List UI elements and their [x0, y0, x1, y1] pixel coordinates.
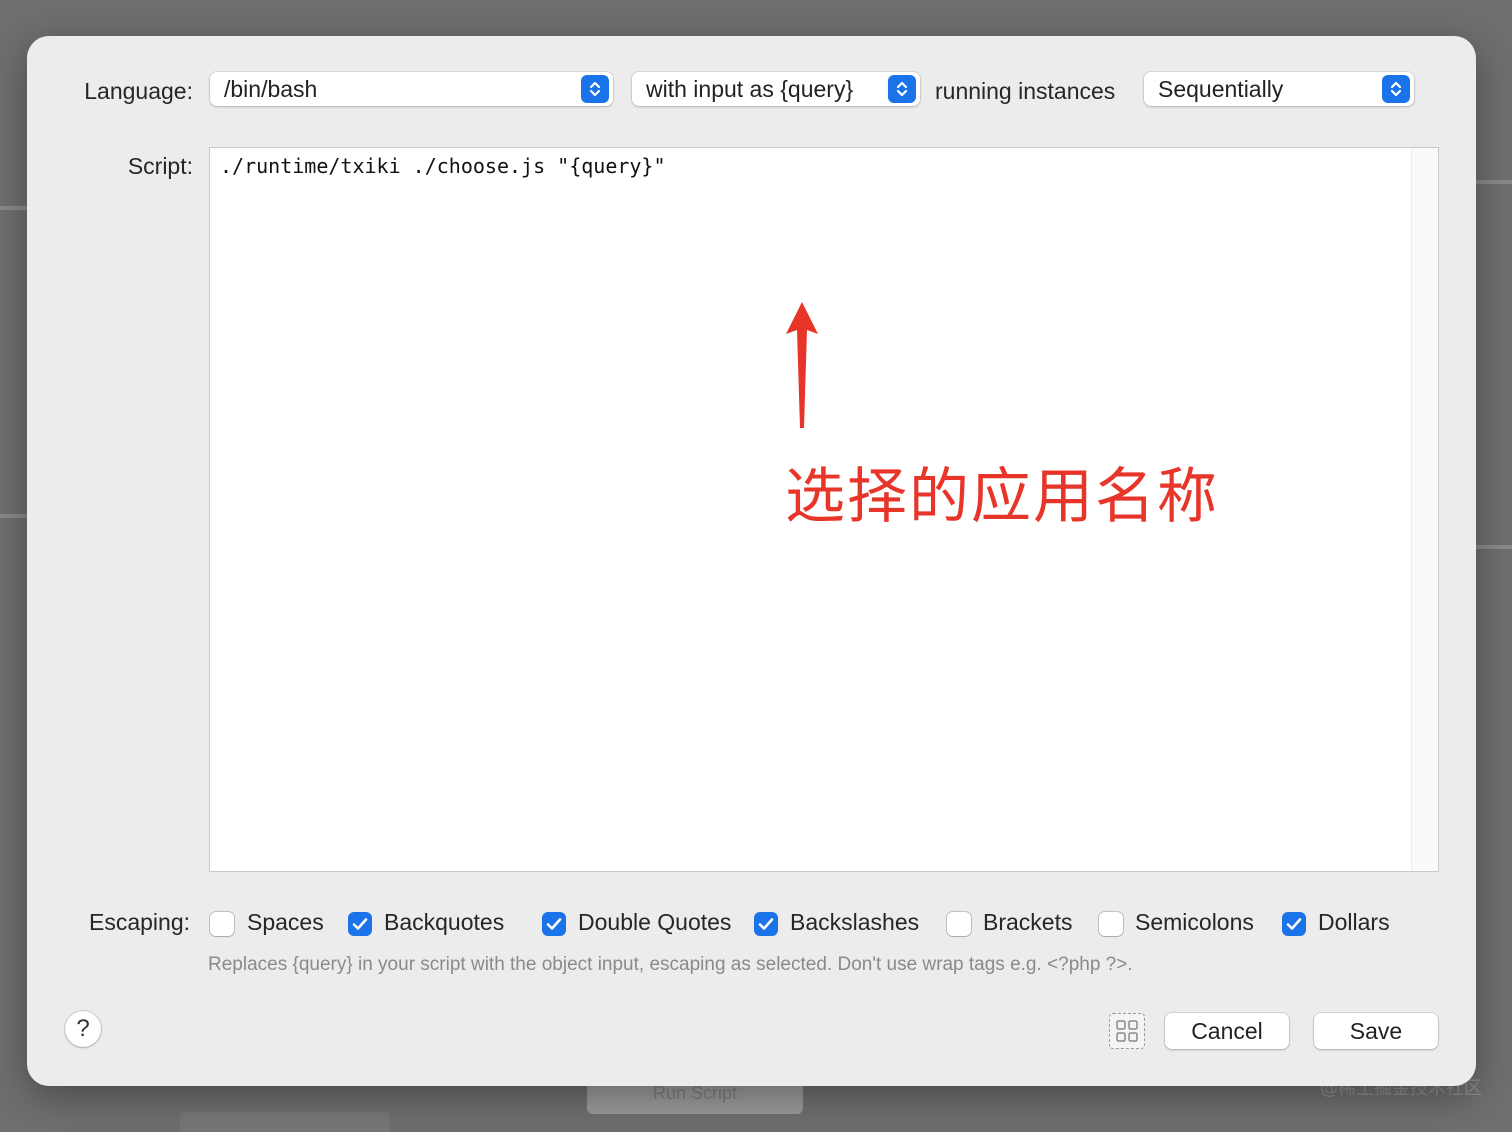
stepper-icon	[581, 75, 609, 103]
background-panel	[180, 1112, 390, 1132]
checkbox-dollars-label[interactable]: Dollars	[1318, 909, 1390, 936]
checkbox-backquotes-label[interactable]: Backquotes	[384, 909, 504, 936]
input-mode-value: with input as {query}	[646, 76, 854, 102]
background-line	[0, 206, 27, 210]
language-value: /bin/bash	[224, 76, 318, 102]
checkbox-backslashes[interactable]	[754, 912, 778, 936]
checkbox-dollars[interactable]	[1282, 912, 1306, 936]
scrollbar[interactable]	[1411, 148, 1438, 871]
checkbox-spaces[interactable]	[210, 912, 234, 936]
checkmark-icon	[546, 918, 562, 930]
run-script-dialog: Language: /bin/bash with input as {query…	[27, 36, 1476, 1086]
checkbox-brackets[interactable]	[947, 912, 971, 936]
checkbox-backquotes[interactable]	[348, 912, 372, 936]
instances-label: running instances	[935, 78, 1116, 104]
checkmark-icon	[758, 918, 774, 930]
checkbox-semicolons-label[interactable]: Semicolons	[1135, 909, 1254, 936]
grid-button[interactable]	[1109, 1013, 1145, 1049]
escaping-help-text: Replaces {query} in your script with the…	[208, 954, 1133, 975]
save-button[interactable]: Save	[1314, 1013, 1438, 1049]
background-line	[1476, 545, 1512, 549]
escaping-label: Escaping:	[89, 909, 191, 935]
instances-value: Sequentially	[1158, 76, 1284, 102]
checkmark-icon	[352, 918, 368, 930]
arrow-up-icon	[786, 302, 818, 428]
checkmark-icon	[1286, 918, 1302, 930]
script-content[interactable]: ./runtime/txiki ./choose.js "{query}"	[220, 154, 666, 178]
script-editor[interactable]: ./runtime/txiki ./choose.js "{query}" 选择…	[209, 147, 1439, 872]
checkbox-spaces-label[interactable]: Spaces	[247, 909, 324, 936]
stepper-icon	[888, 75, 916, 103]
grid-icon	[1116, 1020, 1138, 1042]
annotation-text: 选择的应用名称	[785, 462, 1219, 532]
instances-popup[interactable]: Sequentially	[1144, 72, 1414, 106]
input-mode-popup[interactable]: with input as {query}	[632, 72, 920, 106]
background-line	[0, 514, 27, 518]
checkbox-brackets-label[interactable]: Brackets	[983, 909, 1072, 936]
language-popup[interactable]: /bin/bash	[210, 72, 613, 106]
script-label: Script:	[127, 153, 193, 179]
cancel-button[interactable]: Cancel	[1165, 1013, 1289, 1049]
language-label: Language:	[84, 78, 193, 104]
help-button[interactable]: ?	[65, 1011, 101, 1047]
checkbox-double-quotes[interactable]	[542, 912, 566, 936]
checkbox-backslashes-label[interactable]: Backslashes	[790, 909, 919, 936]
checkbox-double-quotes-label[interactable]: Double Quotes	[578, 909, 731, 936]
stepper-icon	[1382, 75, 1410, 103]
background-line	[1476, 180, 1512, 184]
checkbox-semicolons[interactable]	[1099, 912, 1123, 936]
